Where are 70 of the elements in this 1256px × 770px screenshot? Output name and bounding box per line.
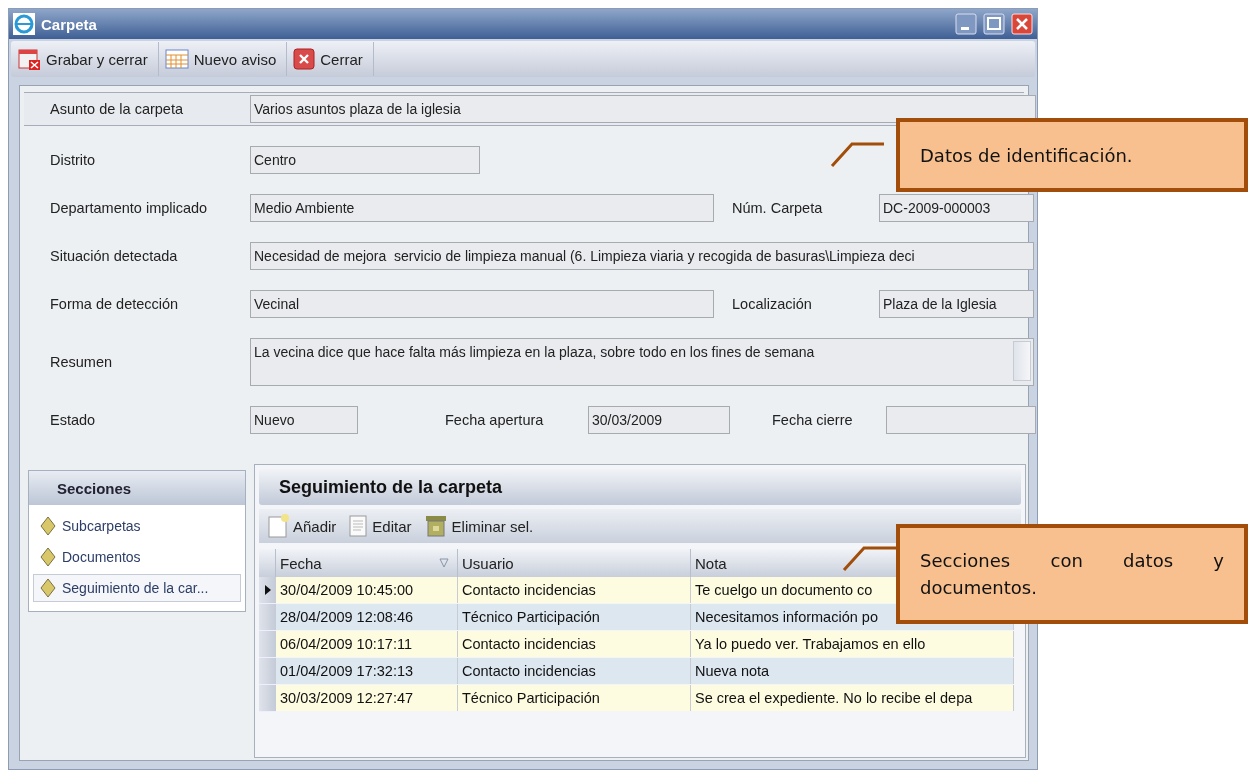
- text-field[interactable]: Plaza de la Iglesia: [879, 290, 1034, 318]
- text-field[interactable]: 30/03/2009: [588, 406, 730, 434]
- table-cell: Contacto incidencias: [458, 631, 691, 657]
- toolbar-button[interactable]: Eliminar sel.: [419, 514, 538, 538]
- callout: Datos de identificación.: [896, 118, 1248, 192]
- text-field[interactable]: Medio Ambiente: [250, 194, 714, 222]
- table-cell: 28/04/2009 12:08:46: [276, 604, 458, 630]
- document-icon: [348, 514, 369, 538]
- leader-line: [842, 544, 898, 572]
- text-field[interactable]: La vecina dice que hace falta más limpieza en la plaza, sobre todo en los fines de semana: [250, 338, 1034, 386]
- trash-icon: [423, 514, 448, 538]
- table-cell: 30/03/2009 12:27:47: [276, 685, 458, 711]
- minimize-button[interactable]: [955, 13, 977, 35]
- field-label: Núm. Carpeta: [732, 200, 824, 216]
- leader-line: [830, 140, 886, 168]
- field-label: Forma de detección: [50, 296, 180, 312]
- toolbar-button[interactable]: Editar: [344, 514, 416, 538]
- close-icon: [293, 48, 316, 70]
- diamond-icon: [40, 516, 56, 536]
- text-field[interactable]: DC-2009-000003: [879, 194, 1034, 222]
- toolbar-button[interactable]: Añadir: [263, 514, 341, 538]
- panel-header: Seguimiento de la carpeta: [259, 469, 1021, 505]
- toolbar-button[interactable]: Nuevo aviso: [158, 42, 288, 76]
- window-title: Carpeta: [41, 15, 98, 33]
- field-label: Situación detectada: [50, 248, 179, 264]
- column-header[interactable]: Usuario: [462, 554, 514, 572]
- table-cell: Contacto incidencias: [458, 577, 691, 603]
- table-cell: Técnico Participación: [458, 604, 691, 630]
- table-cell: Se crea el expediente. No lo recibe el depa: [691, 685, 1014, 711]
- field-label: Departamento implicado: [50, 200, 209, 216]
- column-header[interactable]: Nota: [695, 554, 727, 572]
- section-item[interactable]: Seguimiento de la car...: [33, 574, 241, 602]
- current-row-icon: [264, 585, 271, 595]
- section-item[interactable]: Documentos: [33, 543, 241, 571]
- table-cell: 01/04/2009 17:32:13: [276, 658, 458, 684]
- save-icon: [17, 47, 41, 71]
- field-label: Localización: [732, 296, 813, 312]
- field-label: Estado: [50, 412, 97, 428]
- field-label: Fecha apertura: [445, 412, 545, 428]
- text-field[interactable]: Necesidad de mejora servicio de limpieza manual (6. Limpieza viaria y recogida de basuras\Limpieza deci: [250, 242, 1034, 270]
- section-item[interactable]: Subcarpetas: [33, 512, 241, 540]
- text-field[interactable]: Nuevo: [250, 406, 358, 434]
- scrollbar[interactable]: [1013, 341, 1031, 381]
- field-label: Asunto de la carpeta: [49, 101, 184, 117]
- field-label: Resumen: [50, 354, 114, 370]
- text-field[interactable]: Vecinal: [250, 290, 714, 318]
- app-icon: [13, 13, 35, 35]
- sort-icon: [439, 558, 449, 568]
- diamond-icon: [40, 578, 56, 598]
- table-cell: Ya lo puedo ver. Trabajamos en ello: [691, 631, 1014, 657]
- table-cell: Contacto incidencias: [458, 658, 691, 684]
- table-cell: 06/04/2009 10:17:11: [276, 631, 458, 657]
- text-field[interactable]: Centro: [250, 146, 480, 174]
- diamond-icon: [40, 547, 56, 567]
- table-cell: Nueva nota: [691, 658, 1014, 684]
- field-label: Distrito: [50, 152, 97, 168]
- field-label: Fecha cierre: [772, 412, 854, 428]
- panel-header: Secciones: [29, 471, 245, 505]
- table-cell: 30/04/2009 10:45:00: [276, 577, 458, 603]
- table-cell: Técnico Participación: [458, 685, 691, 711]
- row-header[interactable]: [259, 577, 276, 604]
- toolbar-button[interactable]: Cerrar: [287, 42, 374, 76]
- text-field[interactable]: [886, 406, 1036, 434]
- calendar-icon: [164, 48, 189, 70]
- callout: Secciones con datos y documentos.: [896, 524, 1248, 624]
- maximize-button[interactable]: [983, 13, 1005, 35]
- toolbar-button[interactable]: Grabar y cerrar: [11, 42, 159, 76]
- new-document-icon: [267, 514, 289, 538]
- subject-field[interactable]: Varios asuntos plaza de la iglesia: [250, 95, 1036, 123]
- close-button[interactable]: [1011, 13, 1033, 35]
